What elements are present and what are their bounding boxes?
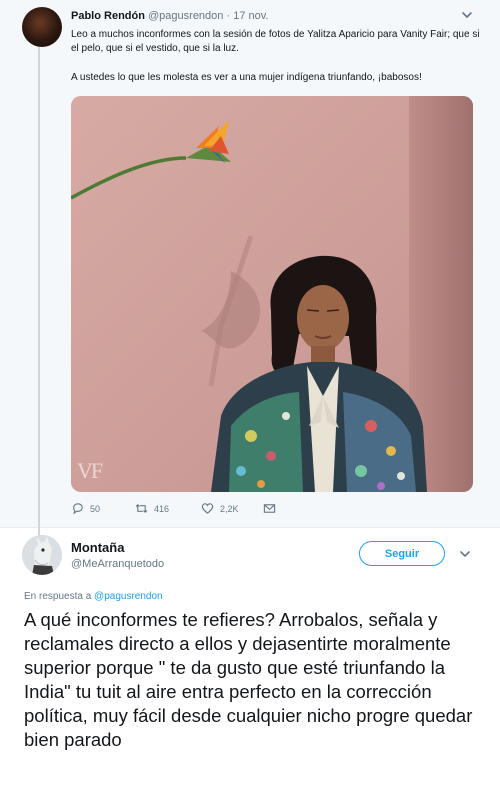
reply-mention-link[interactable]: @pagusrendon [94,591,163,602]
photo-image [71,96,473,492]
heart-icon [201,503,214,514]
follow-button[interactable]: Seguir [359,541,445,566]
envelope-icon [263,504,276,513]
like-button[interactable]: 2,2K [201,502,239,515]
retweet-icon [135,504,148,513]
horse-mask-avatar [22,535,62,575]
separator: · [226,10,231,22]
avatar[interactable] [22,535,62,575]
reply-prefix: En respuesta a [24,591,92,602]
thread-line [38,40,40,536]
avatar[interactable] [22,7,62,47]
reply-icon [73,503,83,515]
tweet-photo[interactable]: VF [71,96,473,492]
author-name[interactable]: Pablo Rendón [71,10,145,22]
author-name[interactable]: Montaña [71,540,124,555]
reply-count: 50 [90,503,101,514]
reply-tweet-text: A qué inconformes te refieres? Arrobalos… [24,609,473,750]
chevron-down-icon[interactable] [460,8,474,22]
tweet-paragraph: Leo a muchos inconformes con la sesión d… [71,29,480,54]
chevron-down-icon[interactable] [458,547,472,561]
reply-context: En respuesta a @pagusrendon [24,591,163,602]
author-handle[interactable]: @pagusrendon [148,10,223,22]
author-handle[interactable]: @MeArranquetodo [71,558,164,570]
tweet-text: Leo a muchos inconformes con la sesión d… [71,28,481,85]
like-count: 2,2K [220,503,239,514]
parent-tweet[interactable]: Pablo Rendón @pagusrendon · 17 nov. Leo … [0,0,500,536]
reply-button[interactable]: 50 [71,502,100,515]
tweet-header: Pablo Rendón @pagusrendon · 17 nov. [71,10,268,22]
vf-watermark: VF [77,458,103,483]
message-button[interactable] [263,502,276,515]
tweet-paragraph: A ustedes lo que les molesta es ver a un… [71,72,422,83]
retweet-button[interactable]: 416 [135,502,169,515]
tweet-date[interactable]: 17 nov. [233,10,268,22]
retweet-count: 416 [154,503,170,514]
